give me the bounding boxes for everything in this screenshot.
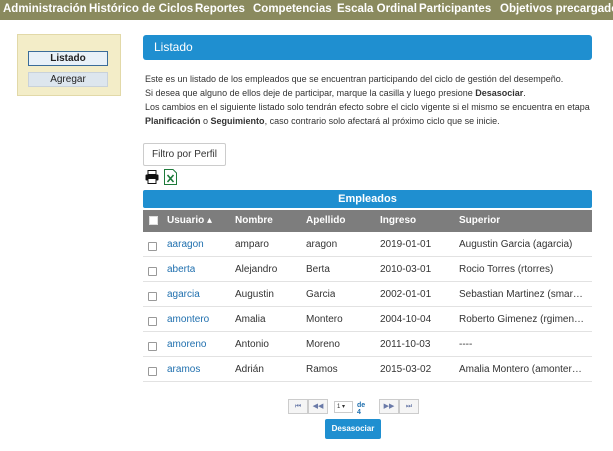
cell-superior: Sebastian Martinez (smar…: [459, 289, 583, 300]
nav-item-historico[interactable]: Histórico de Ciclos: [89, 3, 193, 15]
nav-item-administracion[interactable]: Administración: [3, 3, 87, 15]
desc-line-2: Si desea que alguno de ellos deje de par…: [145, 86, 605, 100]
desc-bold-planificacion: Planificación: [145, 116, 201, 126]
cell-superior: Augustin Garcia (agarcia): [459, 239, 573, 250]
cell-apellido: aragon: [306, 239, 338, 250]
row-checkbox[interactable]: [148, 292, 157, 301]
nav-item-competencias[interactable]: Competencias: [253, 3, 332, 15]
desc-line-3: Los cambios en el siguiente listado solo…: [145, 102, 590, 112]
select-all-checkbox[interactable]: [149, 216, 158, 225]
cell-superior: Roberto Gimenez (rgimen…: [459, 314, 585, 325]
column-header-usuario[interactable]: Usuario ▴: [167, 215, 212, 226]
cell-apellido: Berta: [306, 264, 330, 275]
cell-apellido: Montero: [306, 314, 343, 325]
row-checkbox[interactable]: [148, 317, 157, 326]
print-icon[interactable]: [145, 170, 159, 184]
row-checkbox[interactable]: [148, 242, 157, 251]
cell-nombre: amparo: [235, 239, 269, 250]
table-row: amontero Amalia Montero 2004-10-04 Roberto G…: [143, 307, 592, 332]
page-number: 1: [337, 404, 341, 410]
prev-page-button[interactable]: ◀◀: [308, 399, 328, 414]
cell-nombre: Adrián: [235, 364, 264, 375]
cell-nombre: Alejandro: [235, 264, 278, 275]
first-page-button[interactable]: ⏮: [288, 399, 308, 414]
cell-ingreso: 2015-03-02: [380, 364, 432, 375]
desc-bold-seguimiento: Seguimiento: [210, 116, 265, 126]
cell-superior: Amalia Montero (amonter…: [459, 364, 582, 375]
excel-export-icon[interactable]: [164, 169, 177, 185]
column-header-ingreso[interactable]: Ingreso: [380, 215, 416, 226]
cell-apellido: Ramos: [306, 364, 338, 375]
page-select[interactable]: 1 ▾: [334, 401, 353, 413]
desc-text: .: [523, 88, 526, 98]
page-total: de 4: [357, 402, 366, 416]
desc-line-1: Este es un listado de los empleados que …: [145, 74, 564, 84]
cell-usuario[interactable]: agarcia: [167, 289, 200, 300]
table-header: Usuario ▴ Nombre Apellido Ingreso Superi…: [143, 210, 592, 232]
cell-apellido: Garcia: [306, 289, 336, 300]
row-checkbox[interactable]: [148, 342, 157, 351]
cell-ingreso: 2011-10-03: [380, 339, 431, 350]
table-row: amoreno Antonio Moreno 2011-10-03 ----: [143, 332, 592, 357]
sidebar-agregar-button[interactable]: Agregar: [28, 72, 108, 87]
row-checkbox[interactable]: [148, 267, 157, 276]
cell-ingreso: 2004-10-04: [380, 314, 432, 325]
table-row: agarcia Augustin Garcia 2002-01-01 Sebastian…: [143, 282, 592, 307]
desc-line-4: Planificación o Seguimiento, caso contra…: [145, 114, 605, 128]
table-title: Empleados: [143, 190, 592, 208]
cell-nombre: Amalia: [235, 314, 266, 325]
description: Este es un listado de los empleados que …: [145, 72, 605, 128]
top-navigation: Administración Histórico de Ciclos Repor…: [0, 0, 613, 20]
cell-usuario[interactable]: amoreno: [167, 339, 206, 350]
cell-usuario[interactable]: aberta: [167, 264, 195, 275]
cell-nombre: Augustin: [235, 289, 274, 300]
last-page-button[interactable]: ⏭: [399, 399, 419, 414]
nav-item-participantes[interactable]: Participantes: [419, 3, 491, 15]
page-title: Listado: [154, 40, 193, 54]
nav-item-escala-ordinal[interactable]: Escala Ordinal: [337, 3, 417, 15]
desc-text: o: [200, 116, 211, 126]
cell-superior: Rocio Torres (rtorres): [459, 264, 554, 275]
cell-ingreso: 2002-01-01: [380, 289, 432, 300]
cell-usuario[interactable]: aramos: [167, 364, 200, 375]
table-row: aaragon amparo aragon 2019-01-01 Augustin Ga…: [143, 232, 592, 257]
desc-bold-desasociar: Desasociar: [475, 88, 524, 98]
desc-text: , caso contrario solo afectará al próxim…: [264, 116, 500, 126]
cell-usuario[interactable]: amontero: [167, 314, 209, 325]
nav-item-reportes[interactable]: Reportes: [195, 3, 245, 15]
sidebar: Listado Agregar: [17, 34, 121, 96]
cell-superior: ----: [459, 339, 473, 350]
page-title-bar: Listado: [143, 35, 592, 60]
table-row: aramos Adrián Ramos 2015-03-02 Amalia Monter…: [143, 357, 592, 382]
row-checkbox[interactable]: [148, 367, 157, 376]
cell-ingreso: 2010-03-01: [380, 264, 432, 275]
table-row: aberta Alejandro Berta 2010-03-01 Rocio Torr…: [143, 257, 592, 282]
cell-nombre: Antonio: [235, 339, 269, 350]
cell-ingreso: 2019-01-01: [380, 239, 432, 250]
column-header-superior[interactable]: Superior: [459, 215, 500, 226]
filter-by-profile-button[interactable]: Filtro por Perfil: [143, 143, 226, 166]
cell-usuario[interactable]: aaragon: [167, 239, 204, 250]
column-header-apellido[interactable]: Apellido: [306, 215, 345, 226]
nav-item-objetivos[interactable]: Objetivos precargados: [500, 3, 613, 15]
next-page-button[interactable]: ▶▶: [379, 399, 399, 414]
desc-text: Si desea que alguno de ellos deje de par…: [145, 88, 476, 98]
desasociar-button[interactable]: Desasociar: [325, 419, 381, 439]
cell-apellido: Moreno: [306, 339, 340, 350]
sidebar-listado-button[interactable]: Listado: [28, 51, 108, 66]
column-header-nombre[interactable]: Nombre: [235, 215, 273, 226]
